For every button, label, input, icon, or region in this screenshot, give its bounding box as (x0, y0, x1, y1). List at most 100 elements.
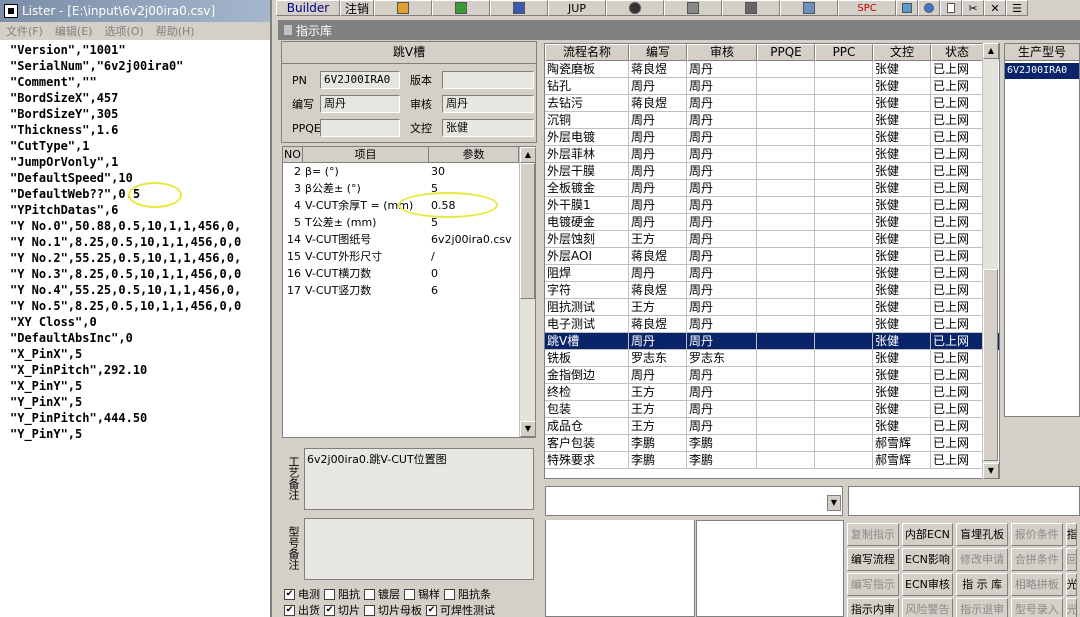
dialog-title-bar[interactable]: 指示库 (278, 20, 1080, 40)
process-note-text[interactable]: 6v2j00ira0.跳V-CUT位置图 (304, 448, 534, 510)
lister-title-bar[interactable]: Lister - [E:\input\6v2j00ira0.csv] (0, 0, 270, 22)
checkbox-option[interactable]: 切片母板 (364, 602, 422, 617)
action-button[interactable]: 光 (1065, 573, 1077, 596)
menu-edit[interactable]: 编辑(E) (49, 23, 99, 39)
spc-button[interactable]: SPC (838, 0, 896, 16)
refresh-button[interactable] (896, 0, 918, 16)
process-row[interactable]: 外层AOI 蒋良煜 周丹 张健 已上网 (545, 248, 999, 265)
parameter-value[interactable]: 30 (429, 163, 519, 180)
process-row[interactable]: 去钻污 蒋良煜 周丹 张健 已上网 (545, 95, 999, 112)
checkbox[interactable]: ✔ (284, 588, 295, 600)
process-row[interactable]: 外层电镀 周丹 周丹 张健 已上网 (545, 129, 999, 146)
process-row[interactable]: 陶瓷磨板 蒋良煜 周丹 张健 已上网 (545, 61, 999, 78)
process-row[interactable]: 包装 王方 周丹 张健 已上网 (545, 401, 999, 418)
process-row[interactable]: 阻焊 周丹 周丹 张健 已上网 (545, 265, 999, 282)
scroll-up-button[interactable]: ▲ (520, 147, 536, 163)
checkbox[interactable] (364, 604, 375, 616)
process-row[interactable]: 铣板 罗志东 罗志东 张健 已上网 (545, 350, 999, 367)
parameter-row[interactable]: 14 V-CUT图纸号 6v2j00ira0.csv (283, 231, 535, 248)
parameter-value[interactable]: 6 (429, 282, 519, 299)
process-col-header[interactable]: 状态 (931, 44, 983, 61)
checkbox[interactable] (444, 588, 455, 600)
action-button[interactable]: 风险警告 (901, 598, 954, 617)
process-row[interactable]: 客户包装 李鹏 李鹏 郝雪辉 已上网 (545, 435, 999, 452)
action-button[interactable]: 盲埋孔板 (956, 523, 1008, 546)
process-row[interactable]: 外干膜1 周丹 周丹 张健 已上网 (545, 197, 999, 214)
checkbox[interactable]: ✔ (426, 604, 437, 616)
parameter-scrollbar[interactable]: ▲ ▼ (519, 147, 536, 437)
action-button[interactable]: 合拼条件 (1010, 548, 1063, 571)
scroll-thumb[interactable] (520, 163, 535, 299)
checkbox[interactable] (364, 588, 375, 600)
process-scroll-up[interactable]: ▲ (983, 43, 999, 59)
process-row[interactable]: 外层蚀刻 王方 周丹 张健 已上网 (545, 231, 999, 248)
action-button[interactable]: 指 示 库 (956, 573, 1008, 596)
process-row[interactable]: 全板镀金 周丹 周丹 张健 已上网 (545, 180, 999, 197)
cut-button[interactable]: ✂ (962, 0, 984, 16)
checkbox-option[interactable]: ✔ 电测 (284, 586, 320, 602)
col-param[interactable]: 参数 (429, 147, 519, 162)
logout-button[interactable]: 注销 (340, 0, 374, 16)
pn-field[interactable]: 6V2J00IRA0 (320, 71, 400, 89)
process-row[interactable]: 字符 蒋良煜 周丹 张健 已上网 (545, 282, 999, 299)
process-col-header[interactable]: PPQE (757, 44, 815, 61)
production-model-item[interactable]: 6V2J00IRA0 (1005, 63, 1079, 79)
scroll-down-button[interactable]: ▼ (520, 421, 536, 437)
web-button[interactable] (918, 0, 940, 16)
checkbox[interactable]: ✔ (324, 604, 335, 616)
parameter-value[interactable]: 6v2j00ira0.csv (429, 231, 519, 248)
action-button[interactable]: 修改申请 (956, 548, 1008, 571)
action-button[interactable]: 编写指示 (847, 573, 899, 596)
action-button[interactable]: 编写流程 (847, 548, 899, 571)
parameter-row[interactable]: 5 T公差± (mm) 5 (283, 214, 535, 231)
action-button[interactable]: 型号录入 (1010, 598, 1063, 617)
menu-options[interactable]: 选项(O) (98, 23, 149, 39)
action-button[interactable]: 报价条件 (1010, 523, 1063, 546)
process-row[interactable]: 钻孔 周丹 周丹 张健 已上网 (545, 78, 999, 95)
checkbox-option[interactable]: ✔ 切片 (324, 602, 360, 617)
action-button[interactable]: 内部ECN (901, 523, 954, 546)
action-button[interactable]: 指 (1065, 523, 1077, 546)
process-scroll-down[interactable]: ▼ (983, 463, 999, 479)
parameter-value[interactable]: / (429, 248, 519, 265)
action-button[interactable]: 回 (1065, 548, 1077, 571)
pdf-export-button[interactable] (374, 0, 432, 16)
process-col-header[interactable]: 文控 (873, 44, 931, 61)
filter-combo-left[interactable]: ▼ (545, 486, 843, 516)
action-button[interactable]: 复制指示 (847, 523, 899, 546)
process-row[interactable]: 外层菲林 周丹 周丹 张健 已上网 (545, 146, 999, 163)
checkbox-option[interactable]: 阻抗条 (444, 586, 491, 602)
action-button[interactable]: 指示退审 (956, 598, 1008, 617)
parameter-value[interactable]: 5 (429, 180, 519, 197)
parameter-row[interactable]: 4 V-CUT余厚T = (mm) 0.58 (283, 197, 535, 214)
checkbox-option[interactable]: ✔ 可焊性测试 (426, 602, 495, 617)
checkbox[interactable] (404, 588, 415, 600)
action-button[interactable]: ECN审核 (901, 573, 954, 596)
excel-export-button[interactable] (432, 0, 490, 16)
process-row[interactable]: 终检 王方 周丹 张健 已上网 (545, 384, 999, 401)
process-row[interactable]: 跳V槽 周丹 周丹 张健 已上网 (545, 333, 999, 350)
parameter-row[interactable]: 16 V-CUT横刀数 0 (283, 265, 535, 282)
process-row[interactable]: 特殊要求 李鹏 李鹏 郝雪辉 已上网 (545, 452, 999, 469)
parameter-row[interactable]: 15 V-CUT外形尺寸 / (283, 248, 535, 265)
process-row[interactable]: 阻抗测试 王方 周丹 张健 已上网 (545, 299, 999, 316)
process-col-header[interactable]: 审核 (687, 44, 757, 61)
parameter-value[interactable]: 5 (429, 214, 519, 231)
action-button[interactable]: 相略拼板 (1010, 573, 1063, 596)
view-button[interactable] (606, 0, 664, 16)
close-button[interactable]: ✕ (984, 0, 1006, 16)
action-button[interactable]: 指示内审 (847, 598, 899, 617)
process-col-header[interactable]: 编写 (629, 44, 687, 61)
ppqe-field[interactable] (320, 119, 400, 137)
list-button[interactable]: ☰ (1006, 0, 1028, 16)
action-button[interactable]: ECN影响 (901, 548, 954, 571)
checkbox[interactable] (324, 588, 335, 600)
database-button[interactable] (664, 0, 722, 16)
word-export-button[interactable] (490, 0, 548, 16)
network-button[interactable] (722, 0, 780, 16)
new-file-button[interactable] (940, 0, 962, 16)
checkbox-option[interactable]: 阻抗 (324, 586, 360, 602)
chevron-down-icon[interactable]: ▼ (827, 495, 841, 511)
process-col-header[interactable]: PPC (815, 44, 873, 61)
process-scrollbar[interactable]: ▲ ▼ (982, 43, 999, 479)
